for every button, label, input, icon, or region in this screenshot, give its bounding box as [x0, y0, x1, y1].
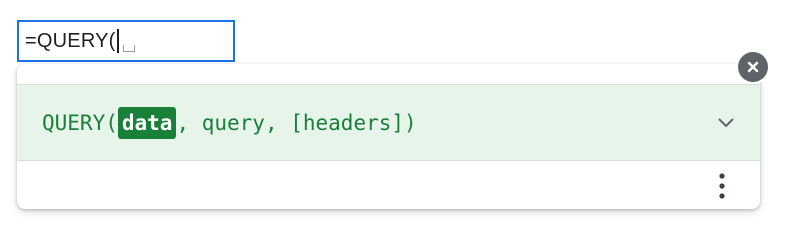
remaining-arguments: , query, [headers]): [176, 110, 417, 135]
formula-help-popup: QUERY(data, query, [headers]): [17, 64, 760, 209]
more-options-button[interactable]: [712, 169, 732, 203]
function-signature-row[interactable]: QUERY(data, query, [headers]): [17, 84, 760, 161]
expand-help-button[interactable]: [714, 111, 738, 135]
space-marker-icon: [122, 44, 135, 52]
close-icon: [747, 61, 759, 73]
close-help-button[interactable]: [738, 52, 768, 82]
more-vert-icon: [719, 173, 725, 199]
active-argument-highlight: data: [117, 106, 177, 139]
text-caret: [116, 29, 119, 53]
formula-cell-editor[interactable]: =QUERY(: [17, 20, 235, 62]
formula-text: =QUERY(: [25, 29, 116, 52]
function-signature: QUERY(data, query, [headers]): [42, 106, 417, 139]
chevron-down-icon: [718, 117, 734, 127]
function-name: QUERY(: [42, 110, 118, 135]
